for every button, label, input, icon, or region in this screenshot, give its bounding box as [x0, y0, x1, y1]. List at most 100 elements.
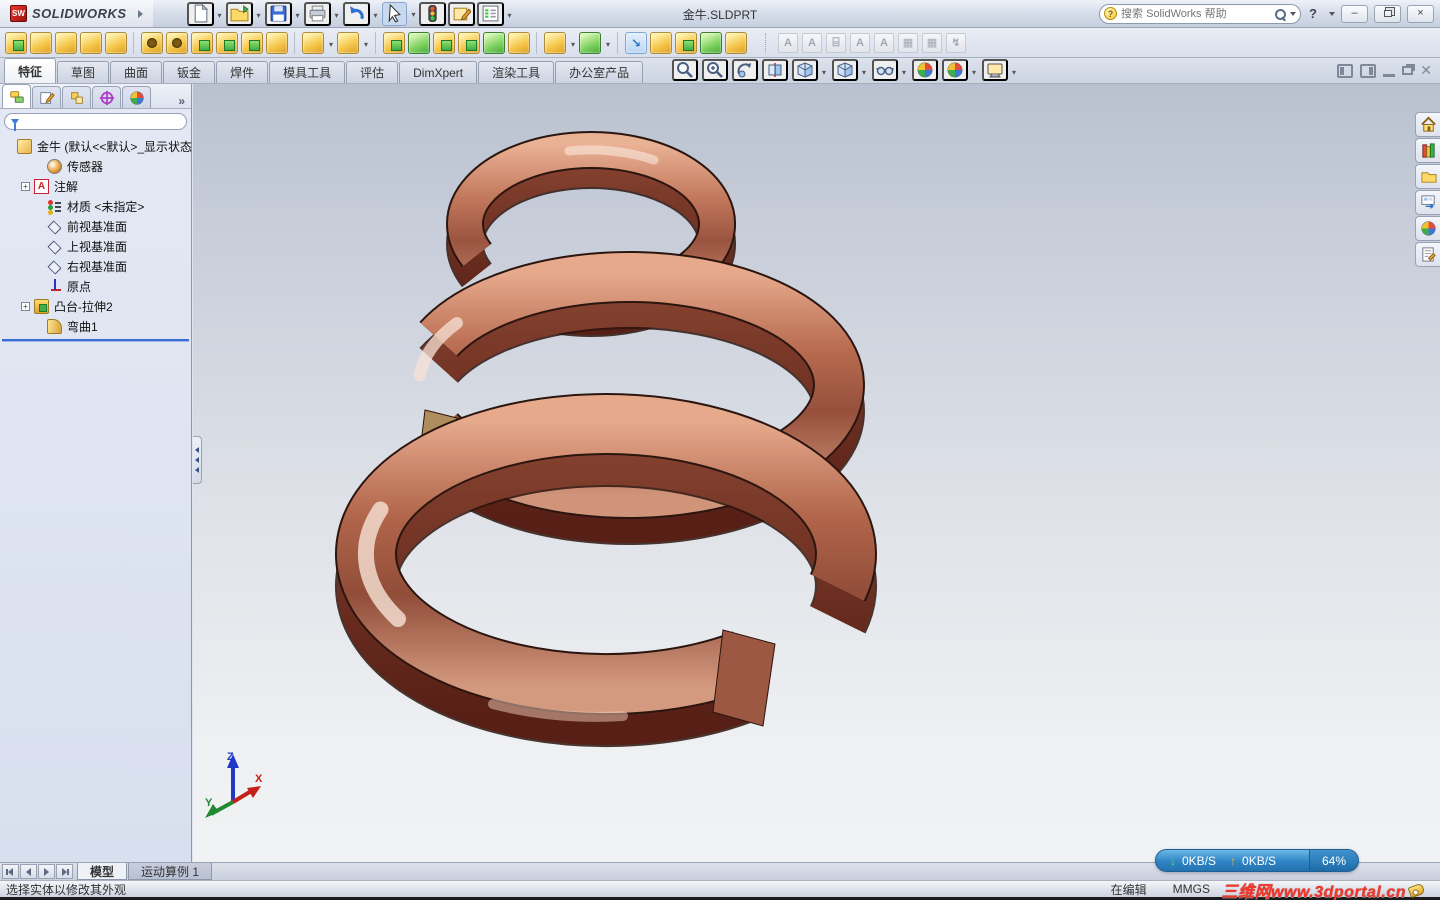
custom-properties-icon[interactable]: [1415, 242, 1440, 267]
rotate-view-icon[interactable]: [732, 59, 758, 81]
wrap-icon[interactable]: [458, 31, 480, 54]
extruded-boss-icon[interactable]: [5, 31, 27, 54]
tree-item-boss-extrude2[interactable]: 凸台-拉伸2: [4, 296, 191, 316]
separator[interactable]: [617, 31, 619, 54]
command-tab[interactable]: DimXpert: [399, 61, 478, 83]
lofted-cut-icon[interactable]: [241, 31, 263, 54]
next-tab-icon[interactable]: [38, 864, 55, 879]
boundary-boss-icon[interactable]: [105, 31, 127, 54]
section-view-icon[interactable]: [762, 59, 788, 81]
lofted-boss-icon[interactable]: [80, 31, 102, 54]
doc-close-icon[interactable]: ✕: [1420, 62, 1432, 79]
help-search-box[interactable]: ?: [1099, 3, 1302, 24]
network-speed-overlay[interactable]: ↓ 0KB/S ↑ 0KB/S 64%: [1155, 849, 1359, 872]
command-tab[interactable]: 焊件: [216, 61, 269, 83]
display-style-icon[interactable]: [832, 59, 866, 81]
appearances-scenes-icon[interactable]: [1415, 216, 1440, 241]
panel-splitter-handle[interactable]: [193, 436, 202, 484]
restore-button[interactable]: [1374, 4, 1401, 23]
select-cursor-icon[interactable]: [381, 1, 416, 26]
doc-restore-icon[interactable]: [1402, 66, 1414, 75]
tree-item-sensors[interactable]: 传感器: [4, 156, 191, 176]
draft-icon[interactable]: [408, 31, 430, 54]
extruded-cut-icon[interactable]: [141, 31, 163, 54]
command-tab[interactable]: 渲染工具: [478, 61, 555, 83]
new-document-icon[interactable]: [186, 1, 222, 26]
tree-item-material[interactable]: 材质 <未指定>: [4, 196, 191, 216]
rollback-bar[interactable]: [2, 339, 189, 341]
menu-expand-arrow-icon[interactable]: [137, 9, 143, 18]
separator[interactable]: [375, 31, 377, 54]
open-icon[interactable]: [225, 1, 261, 26]
freeform-icon[interactable]: [700, 31, 722, 54]
doc-minimize-icon[interactable]: [1383, 73, 1396, 77]
pane-left-icon[interactable]: [1337, 63, 1354, 78]
design-library-icon[interactable]: [1415, 138, 1440, 163]
tree-item-front-plane[interactable]: 前视基准面: [4, 216, 191, 236]
close-button[interactable]: ×: [1407, 4, 1434, 23]
hole-wizard-icon[interactable]: [166, 31, 188, 54]
zoom-to-area-icon[interactable]: [702, 59, 728, 81]
tree-item-origin[interactable]: 原点: [4, 276, 191, 296]
help-dropdown-icon[interactable]: [1329, 11, 1335, 16]
deform-icon[interactable]: [725, 31, 747, 54]
search-input[interactable]: [1117, 7, 1275, 20]
linear-pattern-icon[interactable]: [337, 31, 368, 54]
dome-icon[interactable]: [483, 31, 505, 54]
swept-cut-icon[interactable]: [216, 31, 238, 54]
rebuild-traffic-light-icon[interactable]: [418, 1, 446, 26]
command-tab[interactable]: 曲面: [110, 61, 163, 83]
tree-filter-box[interactable]: [4, 113, 187, 131]
tab-motion-study-1[interactable]: 运动算例 1: [128, 863, 213, 880]
panel-overflow-chevron[interactable]: »: [178, 94, 185, 108]
view-settings-icon[interactable]: [982, 59, 1016, 81]
swept-boss-icon[interactable]: [55, 31, 77, 54]
solidworks-resources-icon[interactable]: [1415, 112, 1440, 137]
propertymanager-tab-icon[interactable]: [32, 86, 61, 108]
instant3d-icon[interactable]: [625, 31, 647, 54]
edit-appearance-icon[interactable]: [912, 59, 938, 81]
zoom-to-fit-icon[interactable]: [672, 59, 698, 81]
expand-icon[interactable]: [21, 301, 30, 311]
prev-tab-icon[interactable]: [20, 864, 37, 879]
view-palette-icon[interactable]: [1415, 190, 1440, 215]
save-icon[interactable]: [264, 1, 300, 26]
minimize-button[interactable]: –: [1341, 4, 1368, 23]
mirror-icon[interactable]: [508, 31, 530, 54]
print-icon[interactable]: [303, 1, 339, 26]
options-list-icon[interactable]: [476, 1, 512, 26]
dimxpertmanager-tab-icon[interactable]: [92, 86, 121, 108]
curves-icon[interactable]: [579, 31, 610, 54]
tree-item-right-plane[interactable]: 右视基准面: [4, 256, 191, 276]
tree-item-top-plane[interactable]: 上视基准面: [4, 236, 191, 256]
undo-icon[interactable]: [342, 1, 378, 26]
file-properties-icon[interactable]: [447, 1, 475, 26]
command-tab[interactable]: 草图: [57, 61, 110, 83]
tree-filter-input[interactable]: [19, 115, 180, 128]
separator[interactable]: [536, 31, 538, 54]
separator[interactable]: [133, 31, 135, 54]
help-button[interactable]: ?: [1307, 6, 1319, 21]
command-tab[interactable]: 办公室产品: [555, 61, 644, 83]
featuremanager-tab-icon[interactable]: [2, 84, 31, 108]
tree-item-annotations[interactable]: 注解: [4, 176, 191, 196]
displaymanager-tab-icon[interactable]: [122, 86, 151, 108]
last-tab-icon[interactable]: [56, 864, 73, 879]
revolved-cut-icon[interactable]: [191, 31, 213, 54]
pane-right-icon[interactable]: [1360, 63, 1377, 78]
library-feature-icon[interactable]: [675, 31, 697, 54]
reference-geometry-icon[interactable]: [544, 31, 575, 54]
first-tab-icon[interactable]: [2, 864, 19, 879]
tree-root-part[interactable]: 金牛 (默认<<默认>_显示状态: [4, 136, 192, 156]
view-orientation-icon[interactable]: [792, 59, 826, 81]
solidworks-menu[interactable]: SOLIDWORKS: [0, 0, 153, 27]
search-dropdown-icon[interactable]: [1290, 11, 1297, 16]
command-tab[interactable]: 评估: [346, 61, 399, 83]
configurationmanager-tab-icon[interactable]: [62, 86, 91, 108]
graphics-viewport[interactable]: Z Y X: [193, 84, 1440, 862]
search-icon[interactable]: [1274, 8, 1287, 20]
fillet-icon[interactable]: [302, 31, 333, 54]
revolved-boss-icon[interactable]: [30, 31, 52, 54]
separator[interactable]: [294, 31, 296, 54]
file-explorer-icon[interactable]: [1415, 164, 1440, 189]
